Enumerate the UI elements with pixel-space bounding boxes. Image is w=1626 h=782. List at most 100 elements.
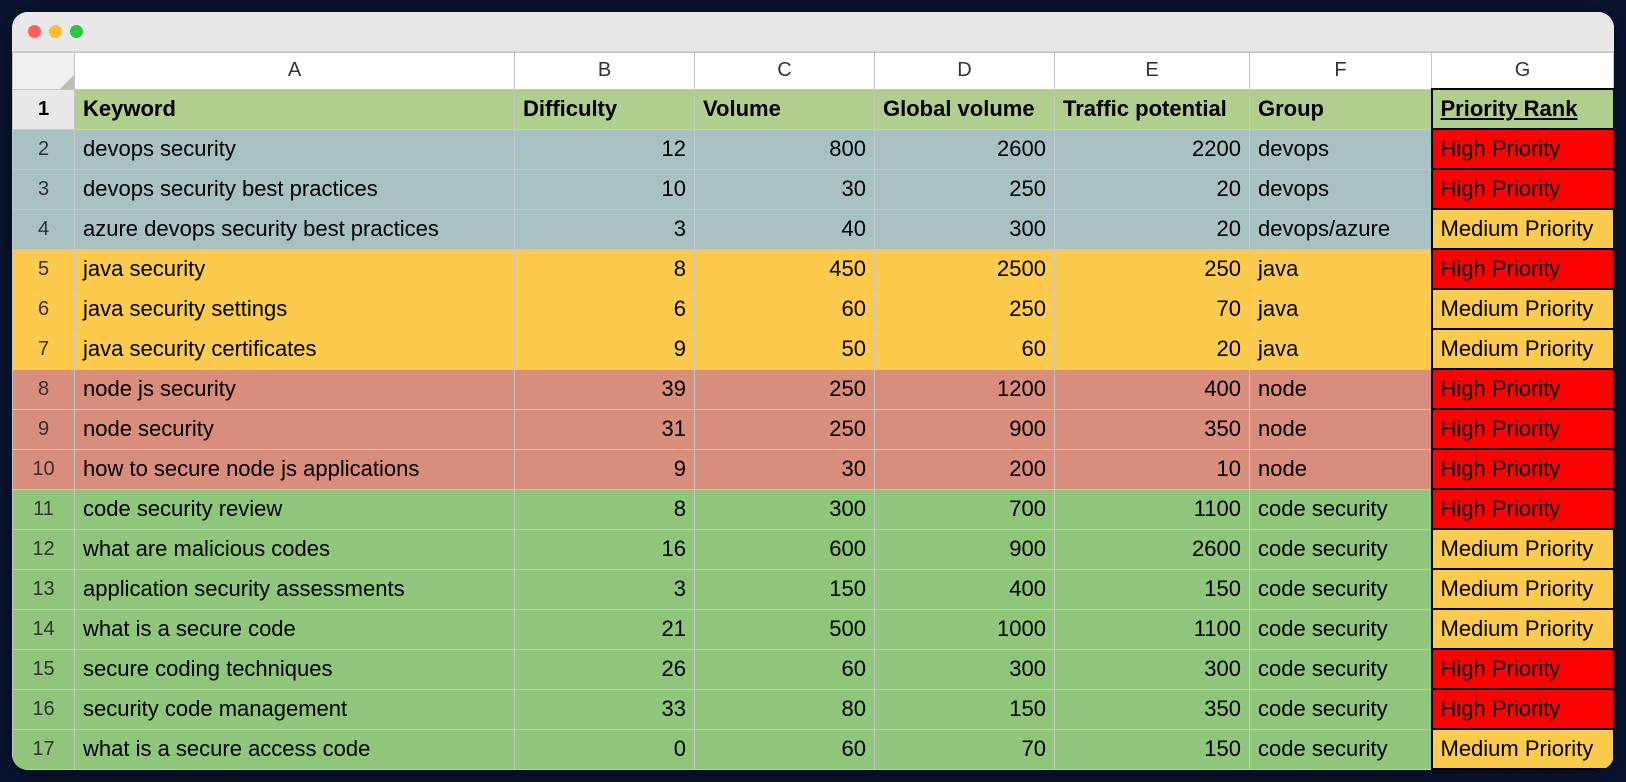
cell-traffic-potential[interactable]: 10 (1055, 449, 1250, 489)
cell-keyword[interactable]: security code management (75, 689, 515, 729)
cell-traffic-potential[interactable]: 350 (1055, 409, 1250, 449)
cell-difficulty[interactable]: 31 (515, 409, 695, 449)
cell-priority[interactable]: Medium Priority (1432, 329, 1614, 369)
cell-difficulty[interactable]: 9 (515, 329, 695, 369)
close-icon[interactable] (28, 25, 41, 38)
cell-group[interactable]: code security (1250, 689, 1432, 729)
cell-volume[interactable]: 150 (695, 569, 875, 609)
row-header[interactable]: 15 (13, 649, 75, 689)
cell-priority[interactable]: High Priority (1432, 129, 1614, 169)
maximize-icon[interactable] (70, 25, 83, 38)
hdr-difficulty[interactable]: Difficulty (515, 89, 695, 129)
cell-difficulty[interactable]: 16 (515, 529, 695, 569)
minimize-icon[interactable] (49, 25, 62, 38)
row-header[interactable]: 7 (13, 329, 75, 369)
hdr-priority-rank[interactable]: Priority Rank (1432, 89, 1614, 129)
cell-keyword[interactable]: code security review (75, 489, 515, 529)
col-header-C[interactable]: C (695, 53, 875, 90)
cell-traffic-potential[interactable]: 300 (1055, 649, 1250, 689)
cell-global-volume[interactable]: 900 (875, 529, 1055, 569)
cell-keyword[interactable]: what is a secure code (75, 609, 515, 649)
cell-volume[interactable]: 600 (695, 529, 875, 569)
row-header[interactable]: 9 (13, 409, 75, 449)
cell-keyword[interactable]: application security assessments (75, 569, 515, 609)
cell-volume[interactable]: 30 (695, 169, 875, 209)
cell-difficulty[interactable]: 0 (515, 729, 695, 769)
cell-volume[interactable]: 80 (695, 689, 875, 729)
cell-traffic-potential[interactable]: 1100 (1055, 609, 1250, 649)
cell-keyword[interactable]: devops security best practices (75, 169, 515, 209)
row-header[interactable]: 10 (13, 449, 75, 489)
cell-difficulty[interactable]: 8 (515, 489, 695, 529)
cell-group[interactable]: devops (1250, 169, 1432, 209)
cell-priority[interactable]: High Priority (1432, 449, 1614, 489)
cell-difficulty[interactable]: 39 (515, 369, 695, 409)
cell-traffic-potential[interactable]: 150 (1055, 569, 1250, 609)
cell-global-volume[interactable]: 1000 (875, 609, 1055, 649)
cell-group[interactable]: code security (1250, 609, 1432, 649)
cell-volume[interactable]: 50 (695, 329, 875, 369)
cell-volume[interactable]: 250 (695, 369, 875, 409)
row-header[interactable]: 17 (13, 729, 75, 769)
row-header[interactable]: 6 (13, 289, 75, 329)
cell-difficulty[interactable]: 10 (515, 169, 695, 209)
cell-global-volume[interactable]: 2500 (875, 249, 1055, 289)
cell-global-volume[interactable]: 300 (875, 649, 1055, 689)
col-header-D[interactable]: D (875, 53, 1055, 90)
hdr-keyword[interactable]: Keyword (75, 89, 515, 129)
cell-traffic-potential[interactable]: 150 (1055, 729, 1250, 769)
cell-traffic-potential[interactable]: 20 (1055, 169, 1250, 209)
cell-volume[interactable]: 450 (695, 249, 875, 289)
cell-global-volume[interactable]: 1200 (875, 369, 1055, 409)
cell-global-volume[interactable]: 200 (875, 449, 1055, 489)
cell-group[interactable]: code security (1250, 729, 1432, 769)
cell-traffic-potential[interactable]: 250 (1055, 249, 1250, 289)
row-header[interactable]: 3 (13, 169, 75, 209)
cell-traffic-potential[interactable]: 400 (1055, 369, 1250, 409)
cell-volume[interactable]: 800 (695, 129, 875, 169)
cell-global-volume[interactable]: 250 (875, 289, 1055, 329)
cell-group[interactable]: code security (1250, 529, 1432, 569)
cell-priority[interactable]: Medium Priority (1432, 609, 1614, 649)
cell-group[interactable]: java (1250, 329, 1432, 369)
cell-group[interactable]: java (1250, 249, 1432, 289)
row-header[interactable]: 12 (13, 529, 75, 569)
cell-group[interactable]: code security (1250, 489, 1432, 529)
cell-keyword[interactable]: node js security (75, 369, 515, 409)
cell-priority[interactable]: Medium Priority (1432, 209, 1614, 249)
hdr-global-volume[interactable]: Global volume (875, 89, 1055, 129)
cell-global-volume[interactable]: 400 (875, 569, 1055, 609)
cell-priority[interactable]: Medium Priority (1432, 289, 1614, 329)
cell-priority[interactable]: High Priority (1432, 169, 1614, 209)
cell-global-volume[interactable]: 700 (875, 489, 1055, 529)
cell-keyword[interactable]: how to secure node js applications (75, 449, 515, 489)
cell-difficulty[interactable]: 12 (515, 129, 695, 169)
cell-priority[interactable]: High Priority (1432, 409, 1614, 449)
spreadsheet-grid[interactable]: A B C D E F G 1 Keyword Difficulty Volum… (12, 52, 1614, 770)
row-header[interactable]: 5 (13, 249, 75, 289)
row-header[interactable]: 8 (13, 369, 75, 409)
row-header[interactable]: 1 (13, 89, 75, 129)
cell-global-volume[interactable]: 300 (875, 209, 1055, 249)
cell-traffic-potential[interactable]: 20 (1055, 329, 1250, 369)
select-all-corner[interactable] (13, 53, 75, 90)
cell-keyword[interactable]: node security (75, 409, 515, 449)
cell-group[interactable]: devops/azure (1250, 209, 1432, 249)
hdr-traffic-potential[interactable]: Traffic potential (1055, 89, 1250, 129)
hdr-group[interactable]: Group (1250, 89, 1432, 129)
col-header-A[interactable]: A (75, 53, 515, 90)
cell-priority[interactable]: Medium Priority (1432, 529, 1614, 569)
cell-traffic-potential[interactable]: 2200 (1055, 129, 1250, 169)
cell-group[interactable]: node (1250, 449, 1432, 489)
cell-volume[interactable]: 60 (695, 649, 875, 689)
row-header[interactable]: 16 (13, 689, 75, 729)
cell-volume[interactable]: 500 (695, 609, 875, 649)
cell-priority[interactable]: High Priority (1432, 249, 1614, 289)
cell-priority[interactable]: High Priority (1432, 489, 1614, 529)
col-header-G[interactable]: G (1432, 53, 1614, 90)
row-header[interactable]: 11 (13, 489, 75, 529)
cell-volume[interactable]: 60 (695, 729, 875, 769)
cell-keyword[interactable]: secure coding techniques (75, 649, 515, 689)
cell-group[interactable]: devops (1250, 129, 1432, 169)
cell-traffic-potential[interactable]: 70 (1055, 289, 1250, 329)
